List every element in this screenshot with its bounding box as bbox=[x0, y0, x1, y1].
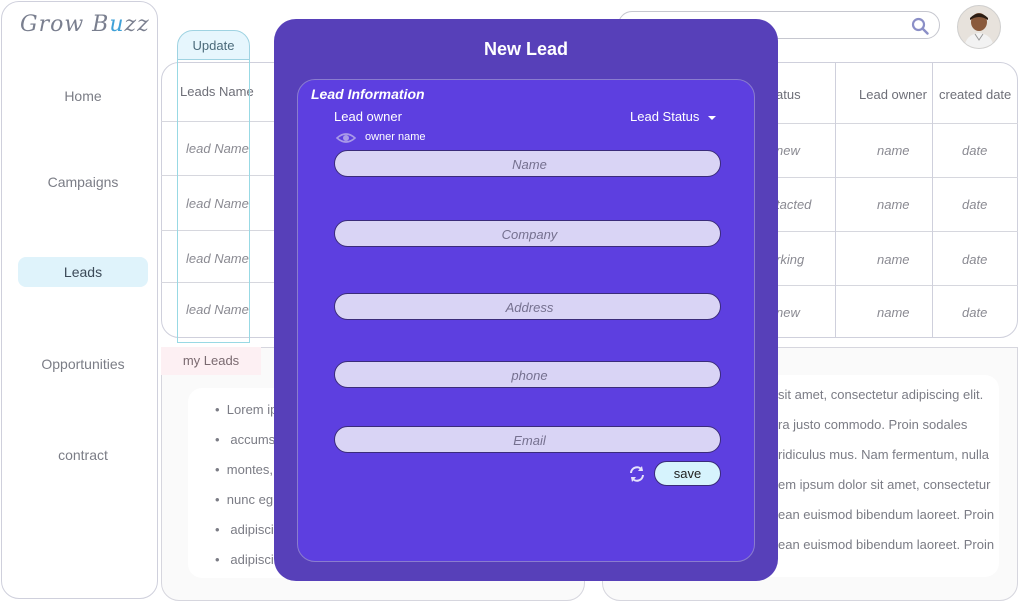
notes-text-line: sit amet, consectetur adipiscing elit. bbox=[778, 387, 984, 402]
notes-text-line: em ipsum dolor sit amet, consectetur bbox=[778, 477, 991, 492]
table-cell-owner: name bbox=[877, 305, 910, 320]
name-field bbox=[334, 150, 724, 178]
email-input[interactable] bbox=[335, 427, 724, 454]
address-field bbox=[334, 293, 724, 321]
sidebar-item-contract[interactable]: contract bbox=[18, 440, 148, 470]
update-button[interactable]: Update bbox=[177, 30, 250, 60]
company-input[interactable] bbox=[335, 221, 724, 248]
lead-status-label: Lead Status bbox=[630, 109, 700, 124]
list-item: • accums bbox=[215, 432, 276, 447]
search-icon[interactable] bbox=[911, 17, 929, 35]
sidebar-item-opportunities[interactable]: Opportunities bbox=[18, 349, 148, 379]
selected-column-highlight bbox=[177, 60, 250, 343]
column-header-lead-owner[interactable]: Lead owner bbox=[859, 87, 927, 102]
table-divider bbox=[932, 62, 933, 338]
table-divider bbox=[776, 123, 1018, 124]
table-cell-date: date bbox=[962, 305, 988, 320]
phone-field bbox=[334, 361, 724, 389]
lead-status-dropdown[interactable]: Lead Status bbox=[630, 109, 717, 124]
list-item: • nunc eg bbox=[215, 492, 274, 507]
table-cell-status: new bbox=[776, 143, 800, 158]
column-header-status[interactable]: atus bbox=[776, 87, 801, 102]
notes-text-line: ean euismod bibendum laoreet. Proin bbox=[778, 507, 995, 522]
email-field bbox=[334, 426, 724, 454]
phone-input[interactable] bbox=[335, 362, 724, 389]
table-cell-status: new bbox=[776, 305, 800, 320]
table-cell-status: tacted bbox=[776, 197, 812, 212]
name-input[interactable] bbox=[335, 151, 724, 178]
save-button[interactable]: save bbox=[654, 461, 721, 486]
table-cell-date: date bbox=[962, 143, 988, 158]
notes-text-line: ridiculus mus. Nam fermentum, nulla bbox=[778, 447, 989, 462]
notes-text-line: ean euismod bibendum laoreet. Proin bbox=[778, 537, 995, 552]
lead-information-form: Lead Information Lead owner Lead Status … bbox=[297, 79, 755, 562]
address-input[interactable] bbox=[335, 294, 724, 321]
sidebar: Grow Buzz Home Campaigns Leads Opportuni… bbox=[1, 1, 158, 599]
table-divider bbox=[776, 177, 1018, 178]
table-divider bbox=[776, 231, 1018, 232]
list-item: • montes, bbox=[215, 462, 274, 477]
table-cell-date: date bbox=[962, 252, 988, 267]
eye-icon[interactable] bbox=[336, 131, 356, 145]
sidebar-item-leads[interactable]: Leads bbox=[18, 257, 148, 287]
notes-text-line: ra justo commodo. Proin sodales bbox=[778, 417, 968, 432]
company-field bbox=[334, 220, 724, 248]
list-item: • adipisci bbox=[215, 522, 274, 537]
list-item: • Lorem ip bbox=[215, 402, 278, 417]
table-cell-status: rking bbox=[776, 252, 805, 267]
table-cell-owner: name bbox=[877, 143, 910, 158]
list-item: • adipisci bbox=[215, 552, 274, 567]
refresh-icon[interactable] bbox=[628, 465, 646, 483]
app-window: Grow Buzz Home Campaigns Leads Opportuni… bbox=[0, 0, 1024, 602]
table-cell-date: date bbox=[962, 197, 988, 212]
sidebar-item-home[interactable]: Home bbox=[18, 81, 148, 111]
avatar[interactable] bbox=[957, 5, 1001, 49]
section-title: Lead Information bbox=[311, 86, 425, 102]
table-cell-owner: name bbox=[877, 197, 910, 212]
table-cell-owner: name bbox=[877, 252, 910, 267]
owner-name: owner name bbox=[365, 131, 426, 143]
new-lead-modal: New Lead Lead Information Lead owner Lea… bbox=[274, 19, 778, 581]
column-header-created-date[interactable]: created date bbox=[939, 87, 1011, 102]
modal-title: New Lead bbox=[483, 39, 569, 59]
my-leads-tab[interactable]: my Leads bbox=[161, 347, 261, 375]
sidebar-item-campaigns[interactable]: Campaigns bbox=[18, 167, 148, 197]
app-logo: Grow Buzz bbox=[20, 12, 150, 37]
table-divider bbox=[776, 285, 1018, 286]
table-divider bbox=[835, 62, 836, 338]
lead-owner-label: Lead owner bbox=[334, 109, 402, 124]
caret-down-icon bbox=[708, 115, 717, 120]
